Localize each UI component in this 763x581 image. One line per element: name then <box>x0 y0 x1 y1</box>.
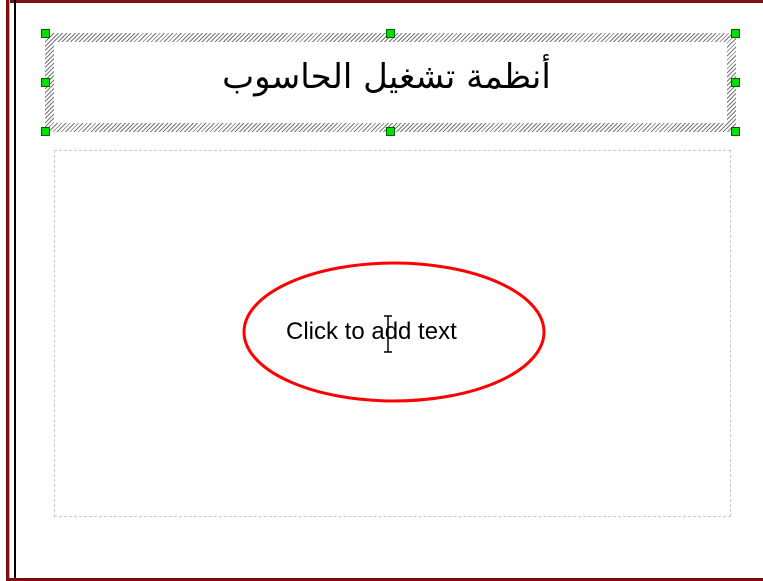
resize-handle-middle-right[interactable] <box>731 78 740 87</box>
resize-handle-top-right[interactable] <box>731 29 740 38</box>
resize-handle-top-middle[interactable] <box>386 29 395 38</box>
click-to-add-text-prompt[interactable]: Click to add text <box>286 318 457 346</box>
title-placeholder-inner[interactable]: أنظمة تشغيل الحاسوب <box>54 42 727 123</box>
resize-handle-bottom-middle[interactable] <box>386 127 395 136</box>
slide-title-text[interactable]: أنظمة تشغيل الحاسوب <box>222 57 551 97</box>
title-placeholder[interactable]: أنظمة تشغيل الحاسوب <box>45 33 736 132</box>
resize-handle-middle-left[interactable] <box>41 78 50 87</box>
resize-handle-bottom-left[interactable] <box>41 127 50 136</box>
resize-handle-top-left[interactable] <box>41 29 50 38</box>
resize-handle-bottom-right[interactable] <box>731 127 740 136</box>
i-beam-cursor-icon <box>384 315 392 353</box>
frame-left-inner-border <box>9 0 10 581</box>
